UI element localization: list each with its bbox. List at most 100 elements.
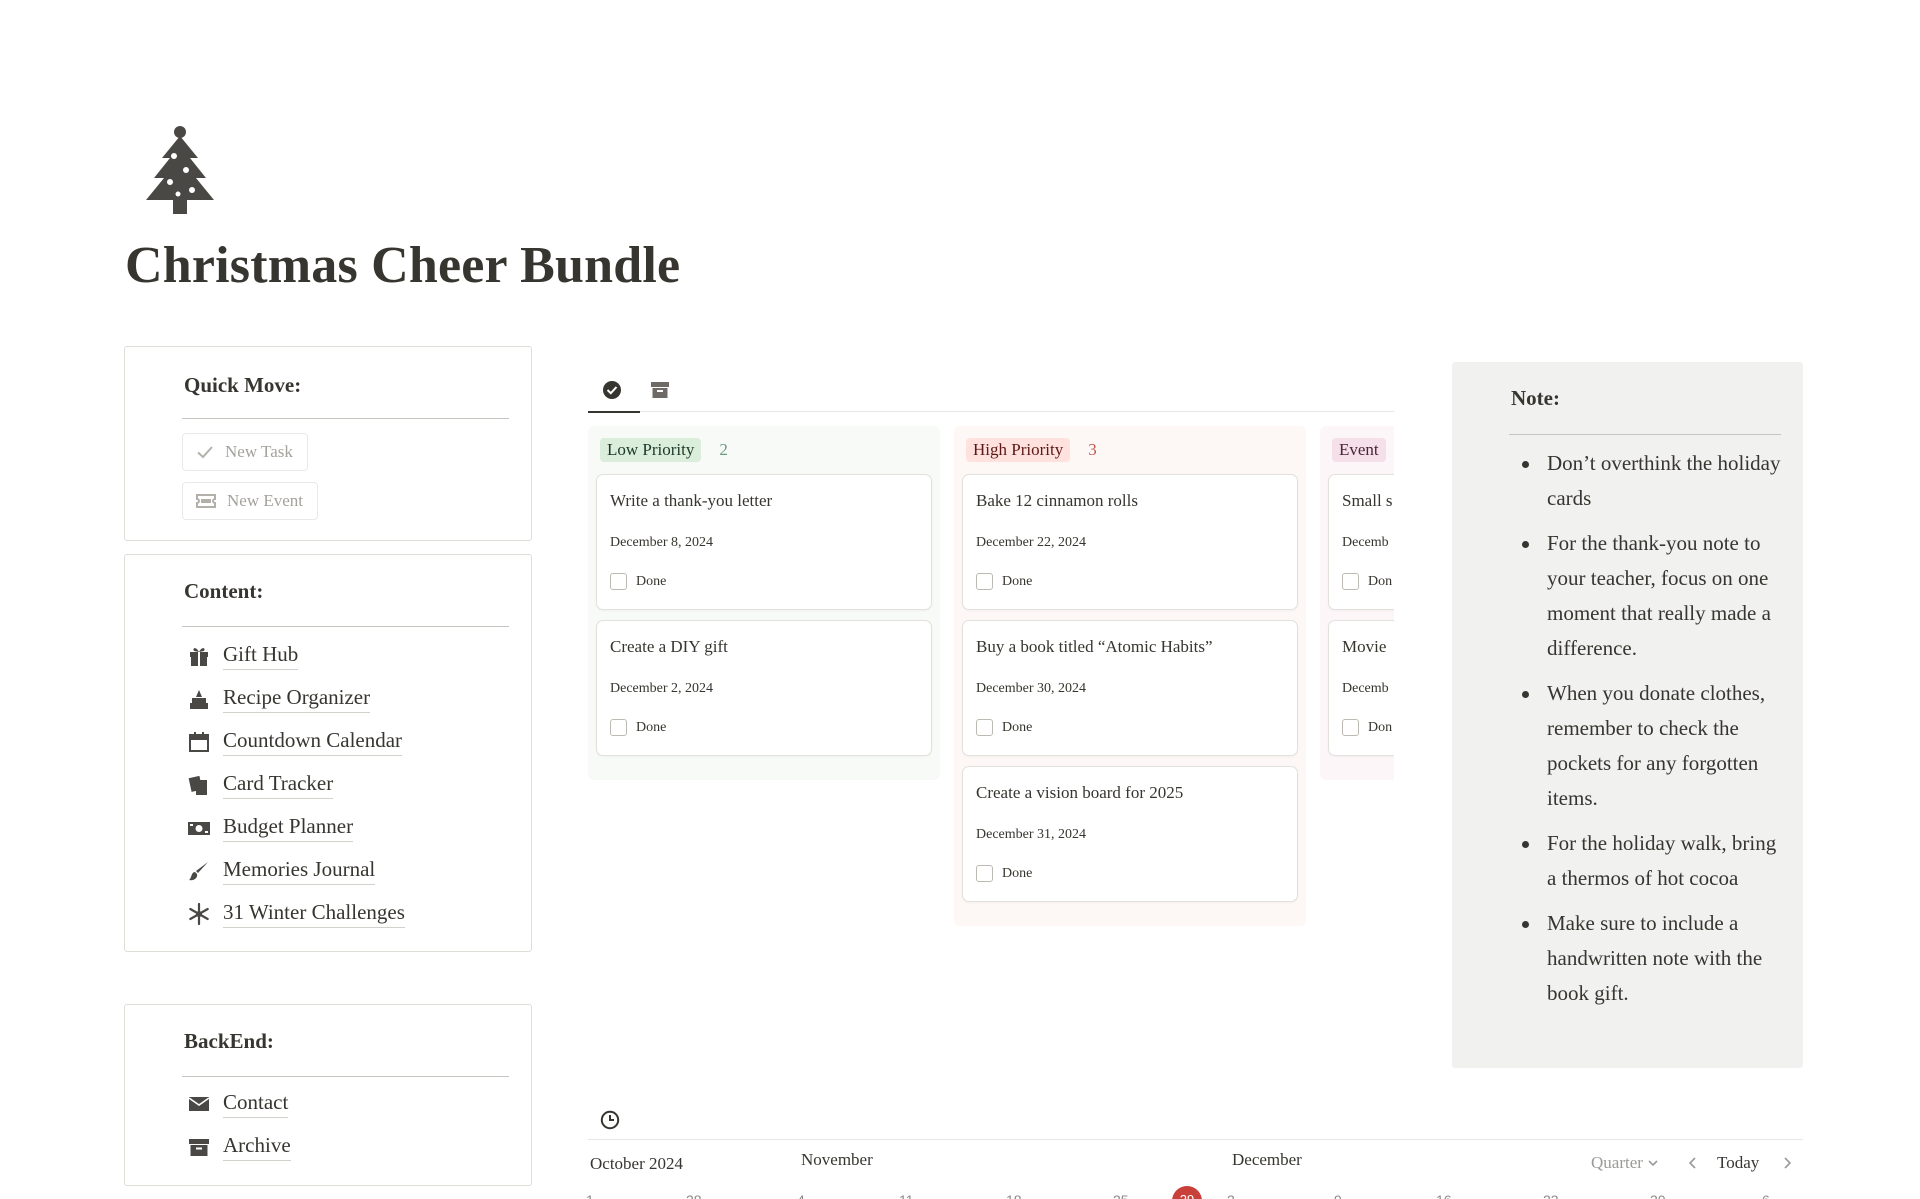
check-circle-icon [603, 381, 621, 399]
brush-icon [186, 858, 212, 884]
done-checkbox[interactable]: Done [976, 573, 1032, 590]
task-card[interactable]: Create a vision board for 2025 December … [962, 766, 1298, 902]
task-card[interactable]: Bake 12 cinnamon rolls December 22, 2024… [962, 474, 1298, 610]
checkbox[interactable] [976, 719, 993, 736]
tab-archive[interactable] [644, 374, 676, 406]
new-task-label: New Task [225, 442, 293, 461]
note-item: When you donate clothes, remember to che… [1510, 676, 1790, 816]
link-winter-challenges[interactable]: 31 Winter Challenges [186, 899, 405, 928]
task-card[interactable]: Write a thank-you letter December 8, 202… [596, 474, 932, 610]
timeline-day: 11 [899, 1192, 914, 1199]
done-label: Done [636, 719, 667, 735]
checkbox[interactable] [610, 573, 627, 590]
card-date: Decemb [1342, 535, 1389, 550]
link-gift-hub[interactable]: Gift Hub [186, 641, 299, 670]
column-count: 3 [1088, 440, 1097, 459]
done-label: Don [1368, 719, 1393, 735]
chevron-right-icon [1784, 1157, 1792, 1169]
card-title: Create a vision board for 2025 [976, 783, 1184, 802]
task-card[interactable]: Movie Decemb Don [1328, 620, 1394, 756]
timeline-today-button[interactable]: Today [1717, 1153, 1759, 1173]
backend-title: BackEnd: [184, 1029, 274, 1053]
link-label: Recipe Organizer [223, 684, 371, 713]
link-contact[interactable]: Contact [186, 1089, 289, 1118]
link-memories-journal[interactable]: Memories Journal [186, 856, 376, 885]
chevron-left-icon [1688, 1157, 1696, 1169]
column-header: High Priority 3 [962, 426, 1298, 474]
timeline-day: 28 [686, 1192, 702, 1199]
card-date: Decemb [1342, 681, 1389, 696]
board-column-low-priority: Low Priority 2 Write a thank-you letter … [588, 426, 940, 780]
note-item: Make sure to include a handwritten note … [1510, 906, 1790, 1011]
gift-icon [186, 643, 212, 669]
done-checkbox[interactable]: Done [610, 719, 666, 736]
chevron-down-icon [1648, 1160, 1658, 1167]
timeline-next-button[interactable] [1780, 1154, 1794, 1177]
column-header: Event [1328, 426, 1394, 474]
timeline-prev-button[interactable] [1686, 1154, 1700, 1177]
done-label: Don [1368, 573, 1393, 589]
timeline-day: 9 [1334, 1192, 1342, 1199]
backend-panel: BackEnd: Contact Archive [124, 1004, 532, 1186]
check-icon [197, 446, 213, 459]
page-title: Christmas Cheer Bundle [125, 237, 681, 294]
checkbox[interactable] [1342, 573, 1359, 590]
done-checkbox[interactable]: Done [976, 865, 1032, 882]
timeline-scale-select[interactable]: Quarter [1591, 1153, 1660, 1173]
ticket-icon [196, 494, 216, 508]
divider [182, 626, 509, 627]
link-label: 31 Winter Challenges [223, 899, 405, 928]
link-countdown-calendar[interactable]: Countdown Calendar [186, 727, 403, 756]
task-card[interactable]: Small s Decemb Don [1328, 474, 1394, 610]
link-label: Gift Hub [223, 641, 299, 670]
checkbox[interactable] [976, 573, 993, 590]
content-panel: Content: Gift Hub Recipe Organizer Count… [124, 554, 532, 952]
task-card[interactable]: Buy a book titled “Atomic Habits” Decemb… [962, 620, 1298, 756]
done-checkbox[interactable]: Don [1342, 719, 1392, 736]
board-column-high-priority: High Priority 3 Bake 12 cinnamon rolls D… [954, 426, 1306, 926]
money-icon [186, 815, 212, 841]
timeline-day: 30 [1650, 1192, 1666, 1199]
done-checkbox[interactable]: Done [976, 719, 1032, 736]
divider [1509, 434, 1781, 435]
timeline-today-marker: 29 [1172, 1186, 1202, 1199]
checkbox[interactable] [1342, 719, 1359, 736]
link-budget-planner[interactable]: Budget Planner [186, 813, 354, 842]
timeline-day: 1 [586, 1192, 594, 1199]
content-title: Content: [184, 579, 264, 603]
note-list: Don’t overthink the holiday cards For th… [1510, 446, 1790, 1021]
note-item: For the thank-you note to your teacher, … [1510, 526, 1790, 666]
done-label: Done [636, 573, 667, 589]
status-tag[interactable]: Event [1332, 438, 1386, 462]
card-title: Buy a book titled “Atomic Habits” [976, 637, 1213, 656]
tab-timeline[interactable] [594, 1104, 626, 1136]
link-label: Countdown Calendar [223, 727, 403, 756]
divider [182, 418, 509, 419]
column-header: Low Priority 2 [596, 426, 932, 474]
new-event-button[interactable]: New Event [182, 482, 319, 520]
link-card-tracker[interactable]: Card Tracker [186, 770, 334, 799]
card-date: December 22, 2024 [976, 535, 1087, 550]
status-tag[interactable]: Low Priority [600, 438, 702, 462]
christmas-tree-icon [146, 126, 214, 214]
status-tag[interactable]: High Priority [966, 438, 1071, 462]
card-title: Small s [1342, 491, 1393, 510]
card-title: Bake 12 cinnamon rolls [976, 491, 1138, 510]
new-task-button[interactable]: New Task [182, 433, 308, 471]
divider [182, 1076, 509, 1077]
link-recipe-organizer[interactable]: Recipe Organizer [186, 684, 371, 713]
link-label: Card Tracker [223, 770, 334, 799]
link-archive[interactable]: Archive [186, 1132, 291, 1161]
checkbox[interactable] [976, 865, 993, 882]
kanban-board: Low Priority 2 Write a thank-you letter … [588, 426, 1394, 936]
timeline-day: 18 [1006, 1192, 1022, 1199]
archive-icon [651, 382, 669, 398]
done-checkbox[interactable]: Done [610, 573, 666, 590]
done-checkbox[interactable]: Don [1342, 573, 1392, 590]
task-card[interactable]: Create a DIY gift December 2, 2024 Done [596, 620, 932, 756]
timeline-month-label: December [1232, 1150, 1302, 1169]
new-event-label: New Event [227, 491, 304, 510]
note-callout: Note: Don’t overthink the holiday cards … [1452, 362, 1803, 1068]
tab-tasks[interactable] [588, 374, 640, 413]
checkbox[interactable] [610, 719, 627, 736]
